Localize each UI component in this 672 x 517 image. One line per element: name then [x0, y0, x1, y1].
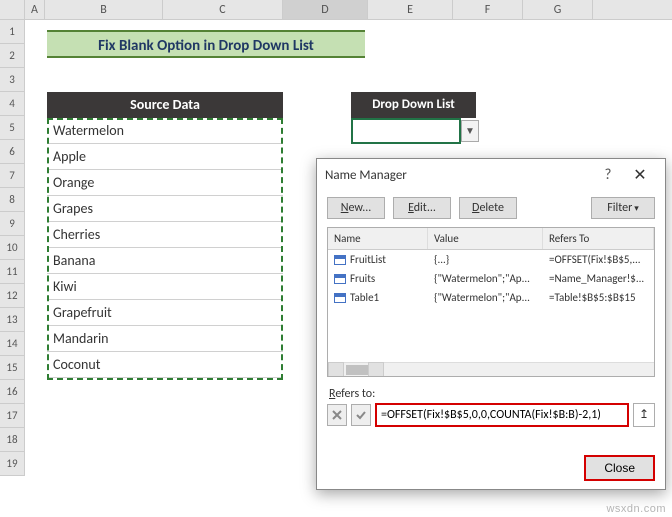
confirm-edit-icon[interactable] [351, 404, 371, 426]
row-header[interactable]: 1 [0, 20, 25, 44]
row-header[interactable]: 3 [0, 68, 25, 92]
list-header: Name Value Refers To [328, 228, 654, 250]
edit-button[interactable]: Edit... [393, 197, 451, 219]
dialog-title: Name Manager [325, 168, 407, 183]
row-header[interactable]: 6 [0, 140, 25, 164]
dropdown-header: Drop Down List [351, 92, 476, 118]
dialog-toolbar: New... Edit... Delete Filter▾ [317, 191, 665, 225]
name-manager-dialog: Name Manager ? ✕ New... Edit... Delete F… [316, 158, 666, 490]
delete-button[interactable]: Delete [459, 197, 517, 219]
col-header-F[interactable]: F [453, 0, 523, 19]
column-headers-row: A B C D E F G [0, 0, 672, 20]
list-item[interactable]: Banana [47, 248, 283, 274]
col-header-G[interactable]: G [523, 0, 593, 19]
row-header[interactable]: 9 [0, 212, 25, 236]
row-header[interactable]: 18 [0, 428, 25, 452]
spreadsheet-grid: A B C D E F G 12345678910111213141516171… [0, 0, 672, 517]
filter-button[interactable]: Filter▾ [591, 197, 655, 219]
col-header-C[interactable]: C [163, 0, 283, 19]
refers-to-input[interactable] [375, 403, 629, 427]
list-item[interactable]: Grapefruit [47, 300, 283, 326]
name-list[interactable]: Name Value Refers To FruitList{...}=OFFS… [327, 227, 655, 377]
range-picker-icon[interactable]: ↥ [633, 403, 655, 427]
row-header[interactable]: 4 [0, 92, 25, 116]
dialog-titlebar[interactable]: Name Manager ? ✕ [317, 159, 665, 191]
row-header[interactable]: 12 [0, 284, 25, 308]
table-icon [334, 255, 346, 265]
cancel-edit-icon[interactable] [327, 404, 347, 426]
chevron-down-icon: ▾ [634, 203, 639, 214]
col-header-A[interactable]: A [25, 0, 45, 19]
row-header[interactable]: 8 [0, 188, 25, 212]
row-header[interactable]: 2 [0, 44, 25, 68]
row-header[interactable]: 19 [0, 452, 25, 476]
list-item[interactable]: Coconut [47, 352, 283, 378]
source-data-header: Source Data [47, 92, 283, 118]
col-refers[interactable]: Refers To [543, 228, 654, 249]
row-header[interactable]: 14 [0, 332, 25, 356]
row-header[interactable]: 16 [0, 380, 25, 404]
dropdown-arrow-button[interactable]: ▼ [461, 120, 479, 142]
horizontal-scrollbar[interactable] [328, 362, 654, 376]
row-header[interactable]: 17 [0, 404, 25, 428]
table-row[interactable]: Fruits{"Watermelon";"Ap...=Name_Manager!… [328, 269, 654, 288]
new-button[interactable]: New... [327, 197, 385, 219]
list-item[interactable]: Kiwi [47, 274, 283, 300]
col-value[interactable]: Value [428, 228, 543, 249]
col-name[interactable]: Name [328, 228, 428, 249]
list-item[interactable]: Mandarin [47, 326, 283, 352]
refers-to-label: Refers to: [317, 383, 665, 403]
col-header-E[interactable]: E [368, 0, 453, 19]
title-banner: Fix Blank Option in Drop Down List [47, 30, 365, 58]
table-icon [334, 293, 346, 303]
table-row[interactable]: FruitList{...}=OFFSET(Fix!$B$5,... [328, 250, 654, 269]
list-item[interactable]: Watermelon [47, 118, 283, 144]
list-item[interactable]: Cherries [47, 222, 283, 248]
row-header[interactable]: 15 [0, 356, 25, 380]
list-item[interactable]: Apple [47, 144, 283, 170]
row-header[interactable]: 5 [0, 116, 25, 140]
col-header-D[interactable]: D [283, 0, 368, 19]
refers-to-row: ↥ [317, 403, 665, 427]
close-icon[interactable]: ✕ [623, 165, 657, 185]
source-data-list: WatermelonAppleOrangeGrapesCherriesBanan… [47, 118, 283, 378]
dropdown-cell[interactable] [351, 118, 461, 144]
row-header[interactable]: 10 [0, 236, 25, 260]
col-header-B[interactable]: B [45, 0, 163, 19]
table-row[interactable]: Table1{"Watermelon";"Ap...=Table!$B$5:$B… [328, 288, 654, 307]
help-icon[interactable]: ? [593, 166, 623, 184]
close-button[interactable]: Close [584, 455, 655, 481]
table-icon [334, 274, 346, 284]
select-all-corner[interactable] [0, 0, 25, 19]
list-item[interactable]: Orange [47, 170, 283, 196]
row-header[interactable]: 7 [0, 164, 25, 188]
row-header[interactable]: 13 [0, 308, 25, 332]
row-header[interactable]: 11 [0, 260, 25, 284]
list-item[interactable]: Grapes [47, 196, 283, 222]
watermark: wsxdn.com [606, 503, 666, 515]
